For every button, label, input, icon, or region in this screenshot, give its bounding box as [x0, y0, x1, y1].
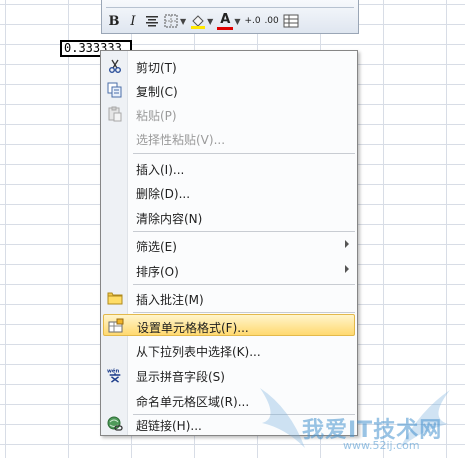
- menu-item-clear-contents[interactable]: 清除内容(N): [103, 206, 355, 228]
- bold-button[interactable]: B: [106, 12, 122, 30]
- menu-item-label: 命名单元格区域(R)...: [136, 395, 250, 409]
- menu-item-paste-special[interactable]: 选择性粘贴(V)...: [103, 127, 355, 149]
- chevron-down-icon[interactable]: ▼: [180, 17, 186, 26]
- menu-item-label: 显示拼音字段(S): [136, 370, 225, 384]
- menu-separator: [133, 153, 355, 154]
- menu-item-label: 筛选(E): [136, 240, 177, 254]
- watermark-url: www.52ij.com: [343, 439, 420, 452]
- menu-item-label: 排序(O): [136, 265, 179, 279]
- borders-icon: [164, 14, 178, 28]
- menu-item-format-cells[interactable]: 设置单元格格式(F)...: [103, 314, 355, 336]
- comment-icon: [107, 290, 123, 306]
- phonetic-icon-text: wén: [107, 367, 120, 374]
- mini-toolbar-top-row: [106, 0, 354, 8]
- phonetic-icon: wén: [107, 367, 123, 383]
- menu-item-insert[interactable]: 插入(I)...: [103, 157, 355, 179]
- paint-bucket-icon: [191, 15, 206, 29]
- menu-item-label: 插入(I)...: [136, 163, 185, 177]
- font-color-button[interactable]: A: [217, 13, 234, 30]
- menu-item-copy[interactable]: 复制(C): [103, 79, 355, 101]
- align-center-button[interactable]: [144, 12, 160, 30]
- menu-separator: [133, 231, 355, 232]
- fill-color-button[interactable]: [190, 12, 206, 30]
- menu-item-label: 删除(D)...: [136, 187, 191, 201]
- chevron-down-icon[interactable]: ▼: [207, 17, 213, 26]
- mini-toolbar-row: B I ▼ ▼ A ▼ +.0 .00: [106, 12, 302, 30]
- decrease-decimal-button[interactable]: .00: [264, 12, 280, 30]
- submenu-arrow-icon: [345, 240, 349, 248]
- menu-item-sort[interactable]: 排序(O): [103, 259, 355, 281]
- format-painter-button[interactable]: [283, 12, 299, 30]
- menu-item-label: 选择性粘贴(V)...: [136, 133, 226, 147]
- menu-item-filter[interactable]: 筛选(E): [103, 234, 355, 256]
- menu-item-label: 粘贴(P): [136, 109, 177, 123]
- menu-item-label: 超链接(H)...: [136, 419, 202, 433]
- menu-separator: [133, 312, 355, 313]
- chevron-down-icon[interactable]: ▼: [234, 17, 240, 26]
- menu-item-label: 清除内容(N): [136, 212, 203, 226]
- copy-icon: [107, 82, 123, 98]
- submenu-arrow-icon: [345, 265, 349, 273]
- borders-button[interactable]: [163, 12, 179, 30]
- menu-item-cut[interactable]: 剪切(T): [103, 55, 355, 77]
- menu-separator: [133, 284, 355, 285]
- menu-item-pick-from-list[interactable]: 从下拉列表中选择(K)...: [103, 339, 355, 361]
- format-cells-icon: [108, 318, 124, 334]
- menu-item-insert-comment[interactable]: 插入批注(M): [103, 287, 355, 309]
- menu-item-label: 剪切(T): [136, 61, 177, 75]
- mini-toolbar: B I ▼ ▼ A ▼ +.0 .00: [101, 0, 359, 34]
- italic-button[interactable]: I: [125, 12, 141, 30]
- menu-item-label: 插入批注(M): [136, 293, 204, 307]
- paste-icon: [107, 106, 123, 122]
- align-center-icon: [146, 16, 158, 27]
- menu-item-paste[interactable]: 粘贴(P): [103, 103, 355, 125]
- menu-item-label: 复制(C): [136, 85, 178, 99]
- increase-decimal-button[interactable]: +.0: [244, 12, 260, 30]
- menu-item-label: 设置单元格格式(F)...: [137, 321, 249, 335]
- scissors-icon: [107, 58, 123, 74]
- menu-item-label: 从下拉列表中选择(K)...: [136, 345, 261, 359]
- menu-item-delete[interactable]: 删除(D)...: [103, 181, 355, 203]
- format-table-icon: [283, 14, 299, 28]
- hyperlink-icon: [107, 416, 123, 432]
